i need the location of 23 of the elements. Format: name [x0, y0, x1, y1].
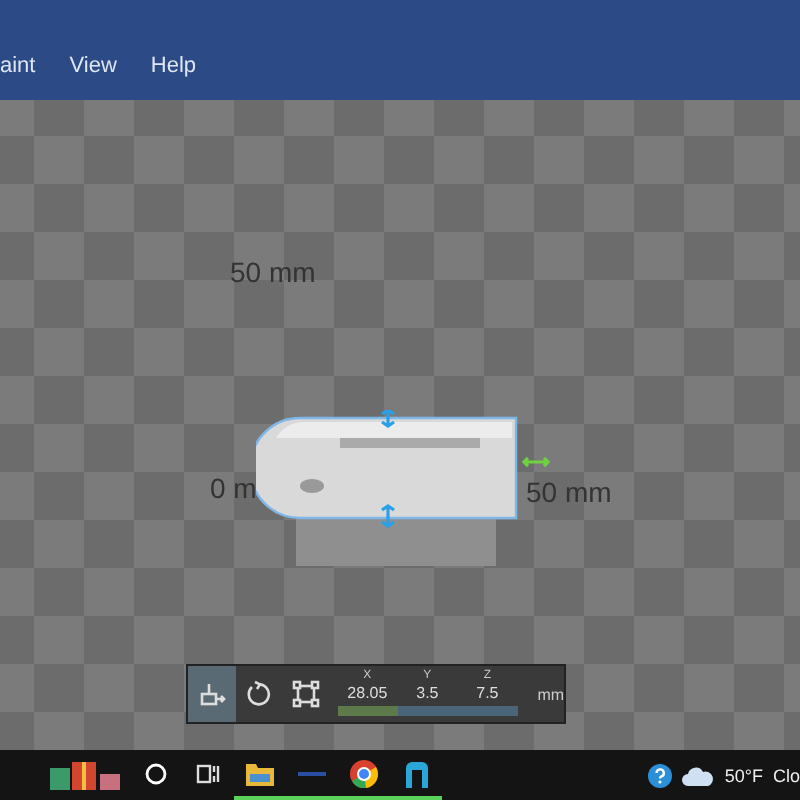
menu-item[interactable]: View: [69, 54, 117, 78]
menu-item[interactable]: aint: [0, 54, 36, 78]
coordinate-field[interactable]: 3.5: [397, 682, 458, 716]
move-icon: [197, 680, 226, 708]
coordinate-field[interactable]: 28.05: [337, 682, 398, 716]
scale-icon: [291, 680, 320, 708]
temperature-label[interactable]: 50°F: [724, 765, 763, 785]
coordinate-field[interactable]: 7.5: [457, 682, 518, 716]
cloud-icon[interactable]: [682, 765, 715, 785]
rotate-icon: [244, 680, 273, 708]
unit-label: mm: [537, 685, 565, 703]
menu-item[interactable]: Help: [150, 54, 197, 78]
dimension-label: 50 mm: [230, 256, 316, 288]
folder-icon[interactable]: [246, 761, 274, 785]
weather-condition[interactable]: Clo: [772, 765, 800, 785]
browser-icon[interactable]: [350, 759, 378, 787]
move-tool-button[interactable]: [188, 666, 236, 722]
help-icon[interactable]: [648, 763, 673, 787]
search-icon[interactable]: [144, 761, 168, 785]
app-icon[interactable]: [402, 759, 430, 787]
dimension-label: 0 m: [210, 472, 257, 504]
dimension-label: 50 mm: [526, 476, 612, 508]
task-view-icon[interactable]: [196, 761, 220, 785]
